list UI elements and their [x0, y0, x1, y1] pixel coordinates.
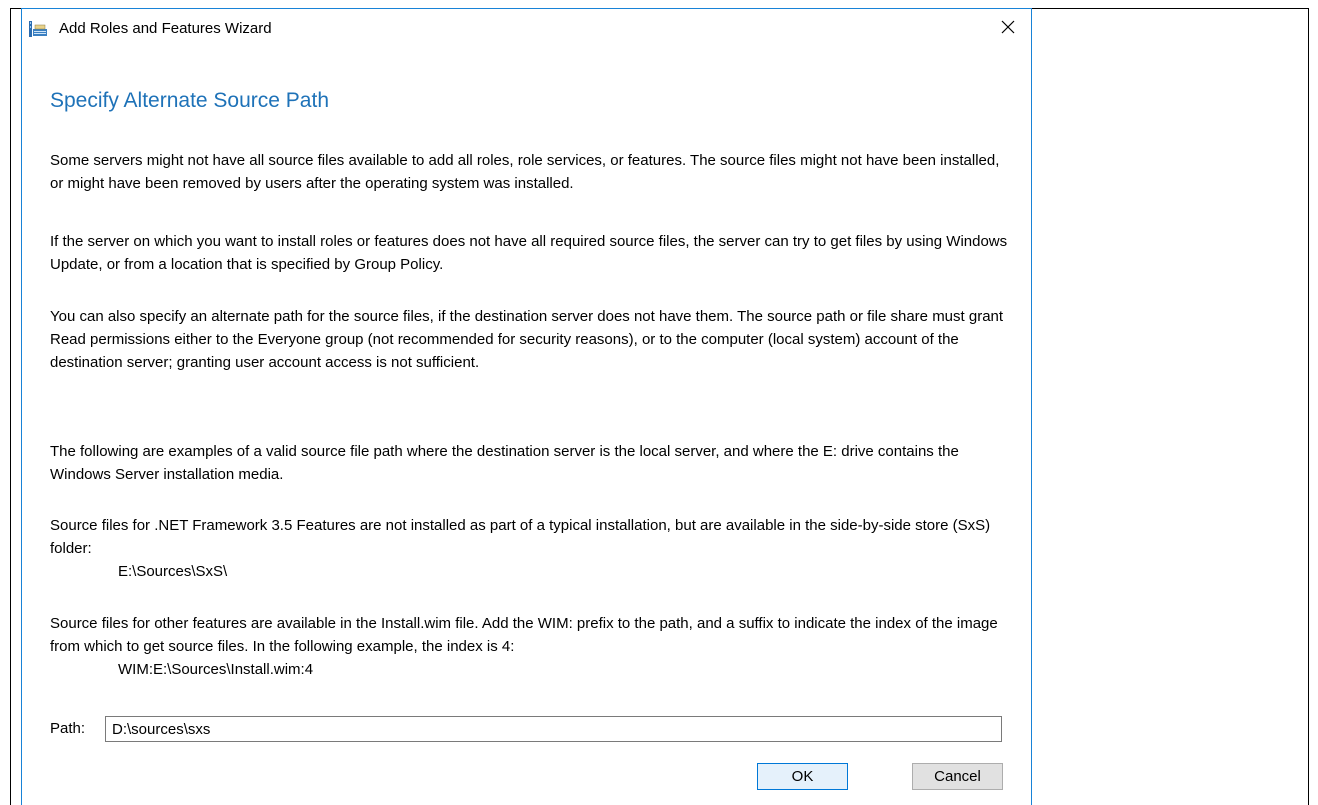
sxs-description: Source files for .NET Framework 3.5 Feat… [50, 517, 991, 557]
page: Add Roles and Features Wizard Specify Al… [0, 0, 1318, 805]
close-button[interactable] [985, 9, 1031, 49]
windows-update-paragraph: If the server on which you want to insta… [50, 233, 1008, 273]
wim-paragraph: Source files for other features are avai… [50, 612, 1010, 681]
sxs-example-path: E:\Sources\SxS\ [118, 563, 228, 580]
ok-button[interactable]: OK [757, 763, 848, 790]
path-label: Path: [50, 720, 86, 737]
title-bar[interactable]: Add Roles and Features Wizard [22, 9, 1031, 49]
path-input[interactable] [105, 716, 1002, 742]
page-heading: Specify Alternate Source Path [50, 89, 329, 112]
server-manager-icon [29, 21, 47, 37]
wim-description: Source files for other features are avai… [50, 615, 998, 655]
cancel-button[interactable]: Cancel [912, 763, 1003, 790]
wim-example-path: WIM:E:\Sources\Install.wim:4 [118, 661, 314, 678]
intro-paragraph: Some servers might not have all source f… [50, 152, 1000, 192]
window-title: Add Roles and Features Wizard [59, 20, 272, 37]
close-icon [1001, 20, 1015, 39]
permissions-paragraph: You can also specify an alternate path f… [50, 308, 1004, 371]
examples-paragraph: The following are examples of a valid so… [50, 443, 959, 483]
wizard-dialog: Add Roles and Features Wizard Specify Al… [21, 8, 1032, 805]
sxs-paragraph: Source files for .NET Framework 3.5 Feat… [50, 514, 1010, 583]
